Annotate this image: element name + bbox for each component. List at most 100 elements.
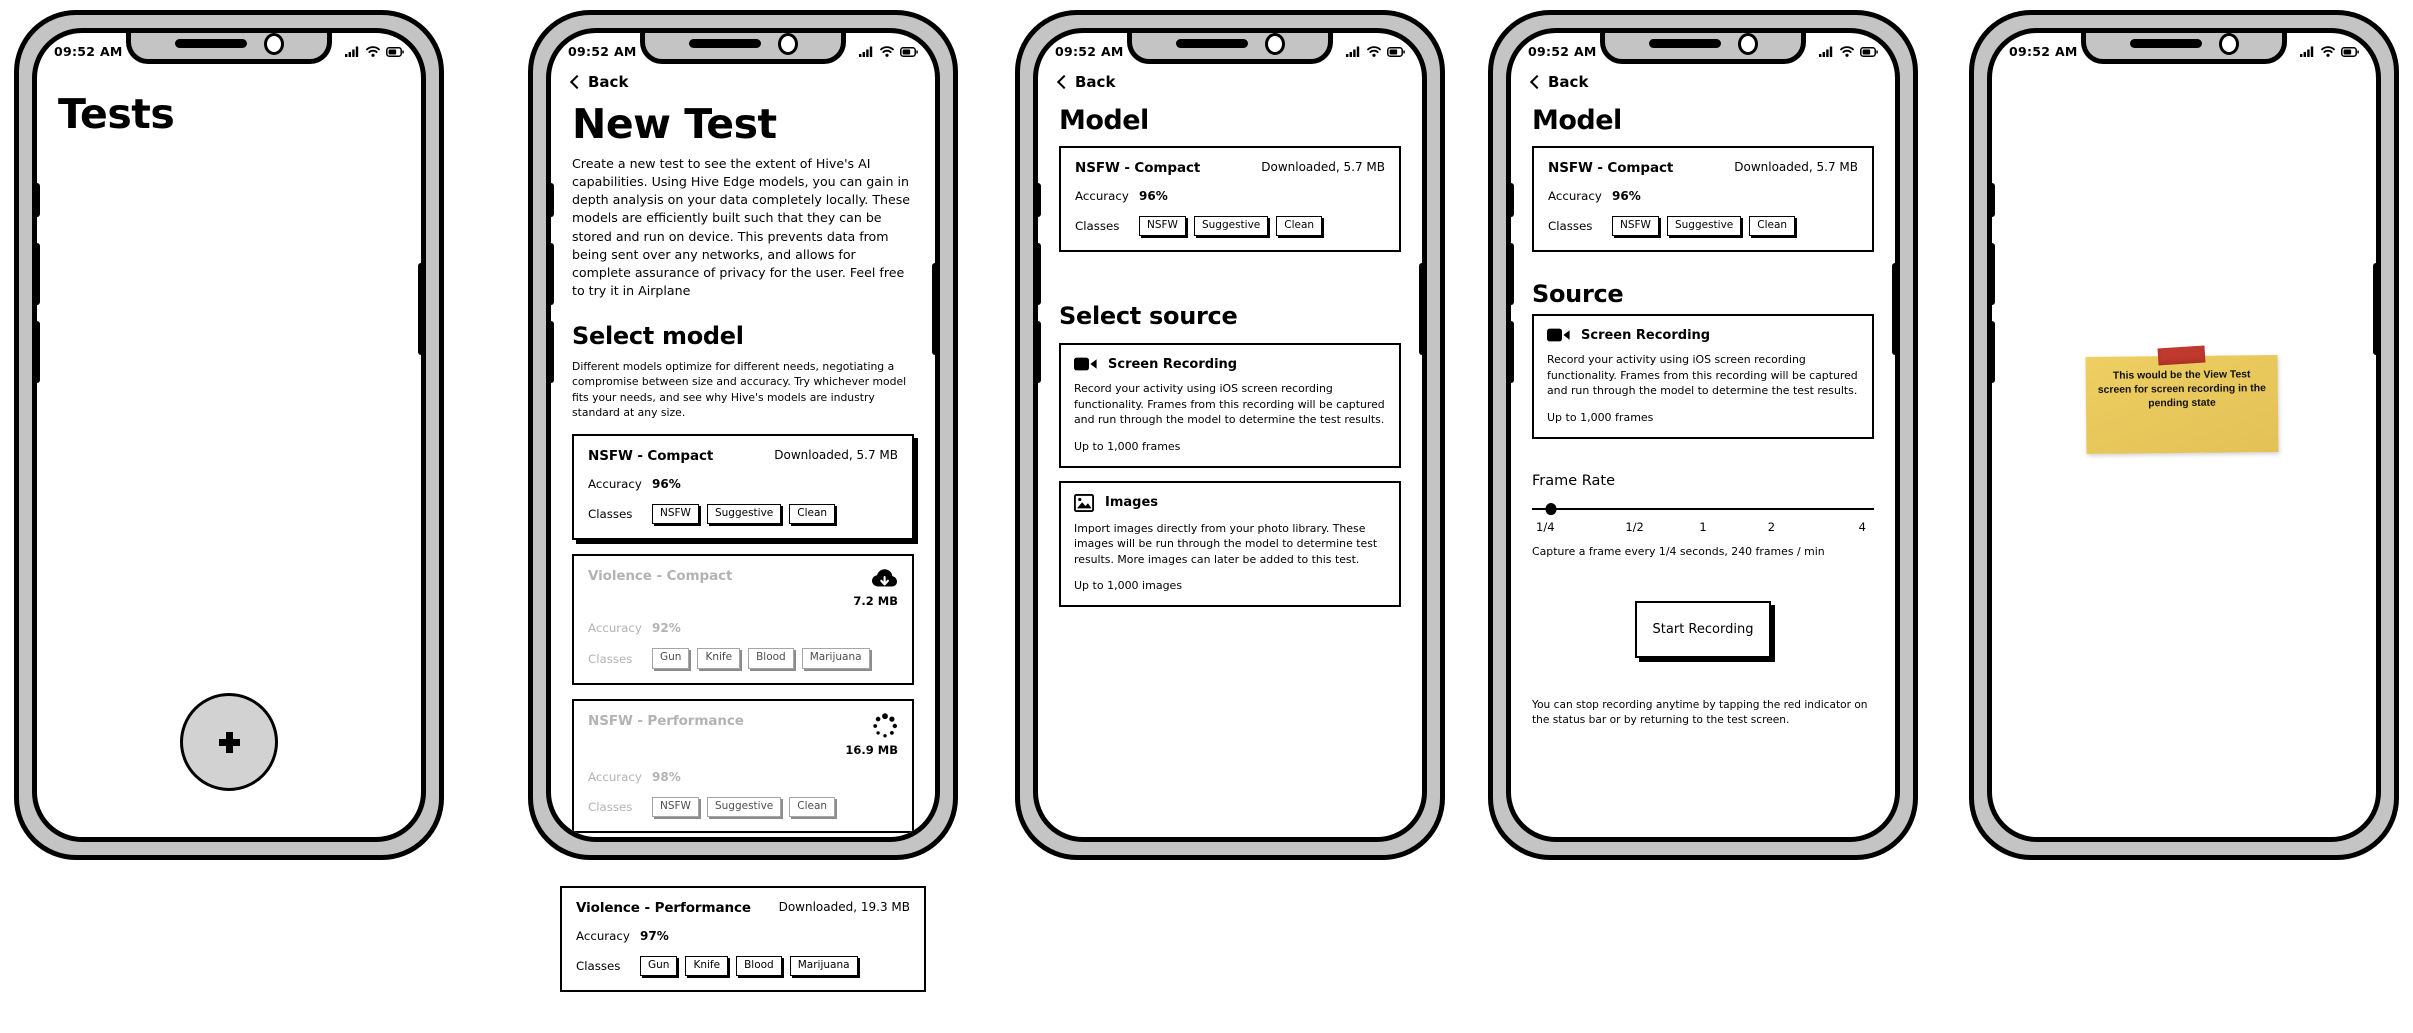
back-button[interactable]: Back [569, 73, 914, 91]
source-card-screen-recording[interactable]: Screen Recording Record your activity us… [1532, 314, 1874, 439]
battery-icon [386, 46, 404, 57]
status-bar: 09:52 AM [1992, 33, 2376, 63]
class-chip[interactable]: Suggestive [1193, 216, 1269, 237]
status-time: 09:52 AM [1055, 43, 1124, 59]
frame-rate-tick[interactable]: 1 [1669, 520, 1737, 534]
accuracy-value: 92% [652, 621, 681, 636]
status-icons [1819, 45, 1878, 57]
accuracy-value: 96% [1612, 189, 1641, 204]
class-chip[interactable]: Marijuana [789, 956, 858, 977]
back-label: Back [588, 73, 629, 91]
source-limit: Up to 1,000 frames [1074, 439, 1181, 453]
phone-screen-frame-rate: 09:52 AM Back Model NSFW - Compact Downl… [1506, 28, 1900, 842]
source-heading: Source [1532, 280, 1624, 309]
model-card-violence-performance[interactable]: Violence - Performance Downloaded, 19.3 … [560, 886, 926, 993]
source-limit: Up to 1,000 images [1074, 579, 1183, 593]
class-chip[interactable]: Clean [789, 796, 836, 817]
select-source-heading: Select source [1059, 302, 1238, 331]
class-chip[interactable]: NSFW [1612, 216, 1659, 237]
back-button[interactable]: Back [1529, 73, 1874, 91]
screen-content-select-source: Back Model NSFW - Compact Downloaded, 5.… [1038, 67, 1422, 837]
class-chip[interactable]: NSFW [652, 796, 699, 817]
frame-rate-slider[interactable] [1532, 502, 1874, 515]
model-classes-row: Classes NSFW Suggestive Clean [588, 796, 898, 817]
model-classes-row: Classes Gun Knife Blood Marijuana [588, 648, 898, 669]
class-chip-list: NSFW Suggestive Clean [652, 796, 836, 817]
source-description: Record your activity using iOS screen re… [1547, 353, 1858, 398]
start-recording-button[interactable]: Start Recording [1634, 600, 1772, 658]
source-title: Screen Recording [1108, 356, 1238, 372]
select-model-description: Different models optimize for different … [572, 360, 907, 420]
model-download-area[interactable]: 16.9 MB [845, 712, 898, 757]
model-classes-row: Classes NSFW Suggestive Clean [588, 504, 898, 525]
model-card-nsfw-compact[interactable]: NSFW - Compact Downloaded, 5.7 MB Accura… [572, 434, 914, 541]
accuracy-label: Accuracy [588, 621, 642, 636]
add-test-button[interactable] [180, 693, 278, 791]
model-status: Downloaded, 5.7 MB [1734, 160, 1858, 175]
class-chip[interactable]: Knife [697, 648, 741, 669]
page-title: Model [1532, 105, 1622, 136]
page-title: Tests [58, 90, 175, 138]
class-chip[interactable]: Gun [652, 648, 690, 669]
class-chip[interactable]: Suggestive [1666, 216, 1742, 237]
phone-screen-select-source: 09:52 AM Back Model NSFW - Compact Downl… [1033, 28, 1427, 842]
accuracy-label: Accuracy [1548, 189, 1602, 204]
plus-icon [218, 731, 240, 753]
intro-paragraph: Create a new test to see the extent of H… [572, 156, 911, 298]
frame-rate-tick[interactable]: 1/2 [1600, 520, 1668, 534]
wifi-icon [1840, 45, 1854, 57]
class-chip[interactable]: Knife [685, 956, 729, 977]
frame-rate-tick[interactable]: 4 [1806, 520, 1874, 534]
status-icons [2300, 45, 2359, 57]
slider-handle[interactable] [1545, 502, 1557, 515]
battery-icon [2341, 46, 2359, 57]
class-chip[interactable]: Blood [748, 648, 794, 669]
phone-screen-new-test: 09:52 AM Back New Test Create a new test… [546, 28, 940, 842]
cloud-download-icon[interactable] [871, 568, 898, 590]
model-card-header: Violence - Compact 7.2 MB [588, 568, 898, 608]
tape-icon [2157, 345, 2206, 366]
model-classes-row: Classes NSFW Suggestive Clean [1075, 216, 1385, 237]
source-description: Import images directly from your photo l… [1074, 521, 1378, 566]
classes-label: Classes [1075, 219, 1120, 234]
status-bar: 09:52 AM [1511, 33, 1895, 63]
class-chip[interactable]: Marijuana [801, 648, 870, 669]
model-download-area[interactable]: 7.2 MB [853, 568, 898, 608]
source-card-screen-recording[interactable]: Screen Recording Record your activity us… [1059, 343, 1401, 468]
back-button[interactable]: Back [1056, 73, 1401, 91]
selected-model-card[interactable]: NSFW - Compact Downloaded, 5.7 MB Accura… [1532, 146, 1874, 253]
frame-rate-tick[interactable]: 1/4 [1532, 520, 1600, 534]
class-chip[interactable]: Suggestive [706, 504, 782, 525]
source-limit: Up to 1,000 frames [1547, 410, 1654, 424]
model-card-violence-compact[interactable]: Violence - Compact 7.2 MB Accuracy 92% C… [572, 554, 914, 685]
frame-rate-caption: Capture a frame every 1/4 seconds, 240 f… [1532, 544, 1825, 558]
class-chip[interactable]: NSFW [652, 504, 699, 525]
classes-label: Classes [588, 799, 633, 814]
selected-model-card[interactable]: NSFW - Compact Downloaded, 5.7 MB Accura… [1059, 146, 1401, 253]
battery-icon [1860, 46, 1878, 57]
class-chip[interactable]: Blood [736, 956, 782, 977]
class-chip[interactable]: Clean [1749, 216, 1796, 237]
model-card-nsfw-performance[interactable]: NSFW - Performance 16.9 MB Accuracy 98% … [572, 698, 914, 833]
model-status: Downloaded, 5.7 MB [774, 448, 898, 463]
class-chip[interactable]: Gun [640, 956, 678, 977]
class-chip[interactable]: Clean [789, 504, 836, 525]
accuracy-value: 96% [1139, 189, 1168, 204]
phone-screen-tests: 09:52 AM Tests [32, 28, 426, 842]
photo-image-icon [1074, 493, 1094, 512]
model-card-header: Violence - Performance Downloaded, 19.3 … [576, 900, 910, 916]
class-chip[interactable]: NSFW [1139, 216, 1186, 237]
frame-rate-label: Frame Rate [1532, 472, 1616, 489]
source-card-header: Images [1074, 493, 1386, 512]
frame-rate-tick[interactable]: 2 [1737, 520, 1805, 534]
cellular-icon [345, 46, 359, 57]
source-description: Record your activity using iOS screen re… [1074, 382, 1385, 427]
class-chip[interactable]: Clean [1276, 216, 1323, 237]
class-chip[interactable]: Suggestive [706, 796, 782, 817]
source-card-images[interactable]: Images Import images directly from your … [1059, 480, 1401, 608]
slider-track [1532, 507, 1874, 511]
status-icons [859, 45, 918, 57]
model-size: 16.9 MB [845, 742, 898, 757]
frame-rate-control: Frame Rate 1/4 1/2 1 2 4 Capture a frame… [1532, 473, 1874, 558]
recording-footnote: You can stop recording anytime by tappin… [1532, 698, 1868, 727]
